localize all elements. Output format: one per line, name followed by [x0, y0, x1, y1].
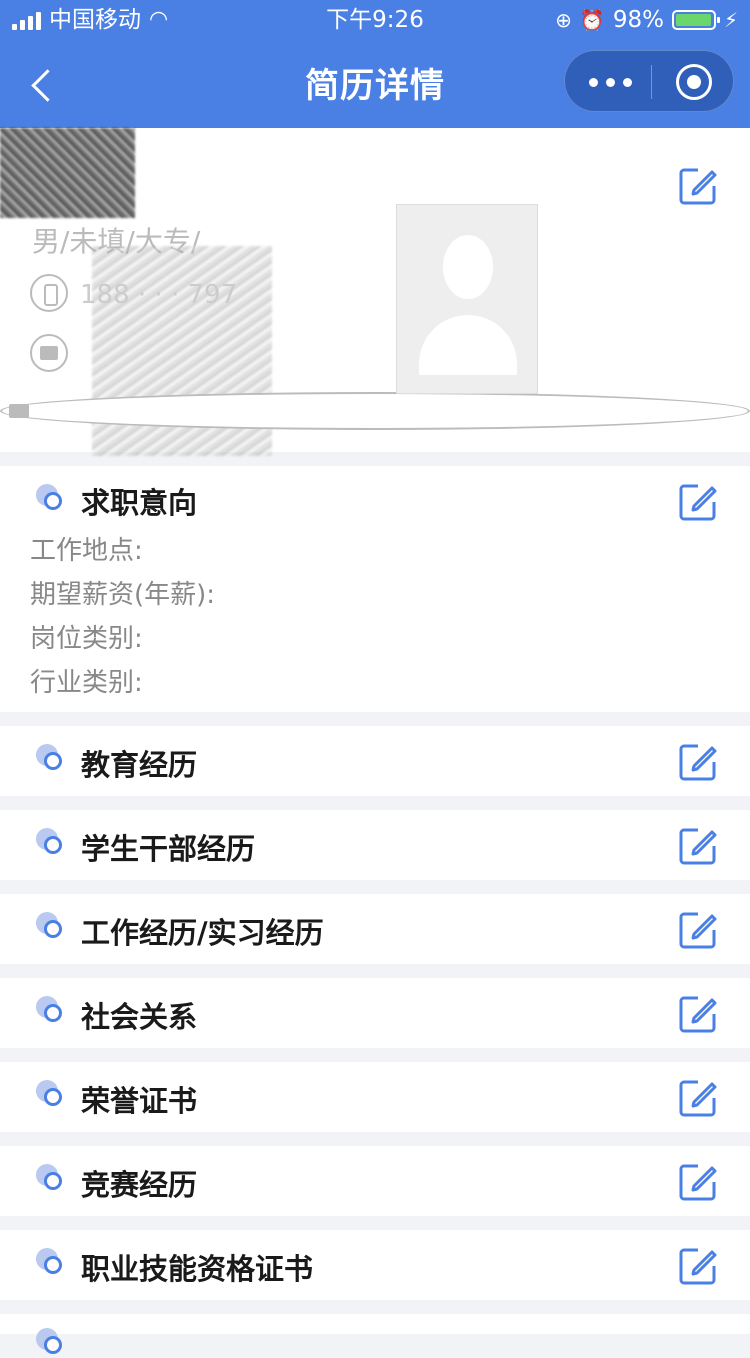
field-position-category: 岗位类别: — [30, 624, 143, 654]
job-intention-card: 求职意向 工作地点: 期望薪资(年薪): 岗位类别: 行业类别: — [0, 466, 750, 712]
avatar[interactable] — [396, 204, 538, 394]
mail-icon — [30, 334, 68, 372]
section-honors[interactable]: 荣誉证书 — [0, 1062, 750, 1132]
section-title: 教育经历 — [81, 748, 198, 782]
section-certificates[interactable]: 职业技能资格证书 — [0, 1230, 750, 1300]
section-title: 职业技能资格证书 — [81, 1252, 314, 1286]
field-industry-category: 行业类别: — [30, 668, 143, 698]
section-bullet-icon — [36, 1248, 66, 1278]
battery-icon — [671, 10, 720, 30]
alarm-icon: ⏰ — [579, 8, 605, 32]
edit-certificates-icon[interactable] — [678, 1246, 718, 1286]
edit-profile-icon[interactable] — [678, 166, 718, 206]
edit-intention-icon[interactable] — [678, 482, 718, 522]
battery-percent: 98% — [612, 7, 664, 33]
section-title: 学生干部经历 — [81, 832, 256, 866]
rotation-lock-icon: ⊕ — [555, 8, 572, 32]
status-bar: 中国移动 ◠ 下午9:26 ⊕ ⏰ 98% ⚡ — [0, 0, 750, 40]
phone-number: 188 · · · 797 — [80, 280, 238, 310]
charging-icon: ⚡ — [723, 8, 738, 32]
nav-bar: 简历详情 — [0, 40, 750, 128]
section-title: 求职意向 — [81, 486, 198, 520]
section-competitions[interactable]: 竞赛经历 — [0, 1146, 750, 1216]
profile-card: 男/未填/大专/ 188 · · · 797 — [0, 128, 750, 456]
phone-icon — [30, 274, 68, 312]
section-social-relations[interactable]: 社会关系 — [0, 978, 750, 1048]
edit-student-cadre-icon[interactable] — [678, 826, 718, 866]
mini-program-capsule — [564, 50, 734, 112]
edit-social-relations-icon[interactable] — [678, 994, 718, 1034]
close-mini-program-button[interactable] — [676, 64, 712, 100]
section-bullet-icon — [36, 1328, 66, 1358]
edit-education-icon[interactable] — [678, 742, 718, 782]
section-education[interactable]: 教育经历 — [0, 726, 750, 796]
capsule-divider — [651, 65, 652, 99]
section-next-partial[interactable] — [0, 1314, 750, 1354]
field-expected-salary: 期望薪资(年薪): — [30, 580, 216, 610]
section-bullet-icon — [36, 1080, 66, 1110]
section-title: 社会关系 — [81, 1000, 198, 1034]
edit-work-experience-icon[interactable] — [678, 910, 718, 950]
section-student-cadre[interactable]: 学生干部经历 — [0, 810, 750, 880]
section-bullet-icon — [36, 828, 66, 858]
section-bullet-icon — [36, 912, 66, 942]
status-right: ⊕ ⏰ 98% ⚡ — [555, 0, 738, 40]
header: 中国移动 ◠ 下午9:26 ⊕ ⏰ 98% ⚡ 简历详情 — [0, 0, 750, 128]
redacted-name — [0, 128, 135, 218]
section-bullet-icon — [36, 996, 66, 1026]
section-bullet-icon — [36, 484, 66, 514]
section-title: 工作经历/实习经历 — [81, 916, 324, 950]
edit-honors-icon[interactable] — [678, 1078, 718, 1118]
section-bullet-icon — [36, 744, 66, 774]
edit-competitions-icon[interactable] — [678, 1162, 718, 1202]
section-work-experience[interactable]: 工作经历/实习经历 — [0, 894, 750, 964]
section-title: 荣誉证书 — [81, 1084, 198, 1118]
field-work-location: 工作地点: — [30, 536, 143, 566]
section-title: 竞赛经历 — [81, 1168, 198, 1202]
more-menu-button[interactable] — [589, 78, 633, 88]
id-card-icon — [0, 392, 750, 430]
section-bullet-icon — [36, 1164, 66, 1194]
